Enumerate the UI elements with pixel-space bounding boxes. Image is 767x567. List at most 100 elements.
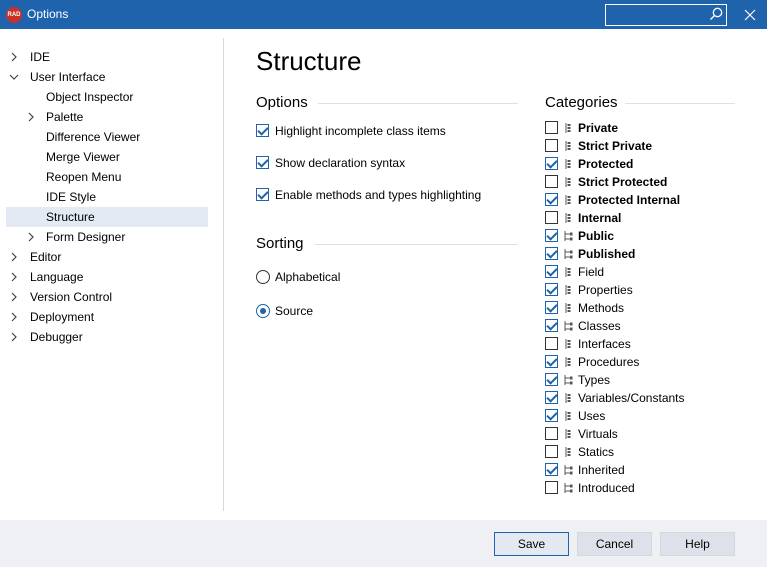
sidebar-item-label: Version Control xyxy=(30,290,113,304)
tree-icon xyxy=(564,249,573,259)
sidebar-item-difference-viewer[interactable]: Difference Viewer xyxy=(6,127,208,147)
checkbox[interactable] xyxy=(545,247,558,260)
checkbox[interactable] xyxy=(545,427,558,440)
sidebar-item-label: Form Designer xyxy=(46,230,126,244)
category-label: Inherited xyxy=(578,463,625,477)
save-button[interactable]: Save xyxy=(494,532,569,556)
checkbox[interactable] xyxy=(545,481,558,494)
sidebar-item-editor[interactable]: Editor xyxy=(6,247,208,267)
sidebar-item-label: IDE xyxy=(30,50,51,64)
window-title: Options xyxy=(27,7,69,21)
option-label: Enable methods and types highlighting xyxy=(275,188,482,202)
category-label: Interfaces xyxy=(578,337,631,351)
category-label: Field xyxy=(578,265,605,279)
radio-button[interactable] xyxy=(256,304,270,318)
tree-icon xyxy=(564,465,573,475)
member-icon xyxy=(565,357,571,367)
category-label: Methods xyxy=(578,301,625,315)
cancel-button[interactable]: Cancel xyxy=(577,532,652,556)
close-icon[interactable] xyxy=(741,6,759,24)
sorting-divider xyxy=(315,244,518,245)
sidebar-item-label: Language xyxy=(30,270,84,284)
sidebar-item-label: IDE Style xyxy=(46,190,97,204)
member-icon xyxy=(565,123,571,133)
category-label: Protected xyxy=(578,157,634,171)
search-box[interactable] xyxy=(605,4,727,26)
chevron-right-icon[interactable] xyxy=(9,52,19,62)
category-label: Protected Internal xyxy=(578,193,681,207)
checkbox[interactable] xyxy=(545,391,558,404)
member-icon xyxy=(565,141,571,151)
checkbox[interactable] xyxy=(545,319,558,332)
sidebar-item-label: Debugger xyxy=(30,330,83,344)
checkbox[interactable] xyxy=(545,265,558,278)
category-label: Introduced xyxy=(578,481,635,495)
checkbox[interactable] xyxy=(545,139,558,152)
chevron-down-icon[interactable] xyxy=(9,72,19,82)
radio-label: Alphabetical xyxy=(275,270,341,284)
member-icon xyxy=(565,177,571,187)
sidebar-item-label: Deployment xyxy=(30,310,95,324)
sidebar-item-form-designer[interactable]: Form Designer xyxy=(6,227,208,247)
sidebar-item-object-inspector[interactable]: Object Inspector xyxy=(6,87,208,107)
sidebar-item-label: Object Inspector xyxy=(46,90,134,104)
checkbox[interactable] xyxy=(545,409,558,422)
chevron-right-icon[interactable] xyxy=(9,312,19,322)
category-label: Strict Protected xyxy=(578,175,668,189)
chevron-right-icon[interactable] xyxy=(9,332,19,342)
member-icon xyxy=(565,447,571,457)
checkbox[interactable] xyxy=(545,283,558,296)
sidebar-item-merge-viewer[interactable]: Merge Viewer xyxy=(6,147,208,167)
member-icon xyxy=(565,429,571,439)
sidebar-item-deployment[interactable]: Deployment xyxy=(6,307,208,327)
panel-divider xyxy=(223,38,224,511)
category-label: Private xyxy=(578,121,619,135)
search-icon[interactable] xyxy=(708,6,724,22)
sidebar-item-version-control[interactable]: Version Control xyxy=(6,287,208,307)
member-icon xyxy=(565,267,571,277)
checkbox[interactable] xyxy=(545,445,558,458)
chevron-right-icon[interactable] xyxy=(26,112,36,122)
checkbox[interactable] xyxy=(545,337,558,350)
sidebar-item-user-interface[interactable]: User Interface xyxy=(6,67,208,87)
checkbox[interactable] xyxy=(545,373,558,386)
checkbox[interactable] xyxy=(545,211,558,224)
checkbox[interactable] xyxy=(545,175,558,188)
sidebar-item-label: Merge Viewer xyxy=(46,150,120,164)
sidebar-item-structure[interactable]: Structure xyxy=(6,207,208,227)
tree-icon xyxy=(564,375,573,385)
radio-button[interactable] xyxy=(256,270,270,284)
categories-section-title: Categories xyxy=(545,94,618,111)
chevron-right-icon[interactable] xyxy=(9,252,19,262)
sidebar-item-label: Palette xyxy=(46,110,84,124)
checkbox[interactable] xyxy=(545,301,558,314)
chevron-right-icon[interactable] xyxy=(26,232,36,242)
sidebar-item-debugger[interactable]: Debugger xyxy=(6,327,208,347)
checkbox[interactable] xyxy=(545,157,558,170)
checkbox[interactable] xyxy=(256,124,269,137)
search-input[interactable] xyxy=(608,6,704,23)
sidebar-item-language[interactable]: Language xyxy=(6,267,208,287)
checkbox[interactable] xyxy=(545,193,558,206)
app-logo-icon: RAD xyxy=(6,7,22,23)
checkbox[interactable] xyxy=(545,121,558,134)
sidebar-item-label: Editor xyxy=(30,250,62,264)
sidebar-item-palette[interactable]: Palette xyxy=(6,107,208,127)
chevron-right-icon[interactable] xyxy=(9,272,19,282)
chevron-right-icon[interactable] xyxy=(9,292,19,302)
checkbox[interactable] xyxy=(545,229,558,242)
page-title: Structure xyxy=(256,46,362,76)
help-button[interactable]: Help xyxy=(660,532,735,556)
member-icon xyxy=(565,285,571,295)
checkbox[interactable] xyxy=(545,463,558,476)
checkbox[interactable] xyxy=(545,355,558,368)
sidebar-item-label: User Interface xyxy=(30,70,106,84)
category-label: Published xyxy=(578,247,636,261)
sidebar-item-reopen-menu[interactable]: Reopen Menu xyxy=(6,167,208,187)
sidebar-item-ide-style[interactable]: IDE Style xyxy=(6,187,208,207)
category-label: Virtuals xyxy=(578,427,618,441)
checkbox[interactable] xyxy=(256,188,269,201)
checkbox[interactable] xyxy=(256,156,269,169)
category-label: Types xyxy=(578,373,611,387)
sidebar-item-ide[interactable]: IDE xyxy=(6,47,208,67)
